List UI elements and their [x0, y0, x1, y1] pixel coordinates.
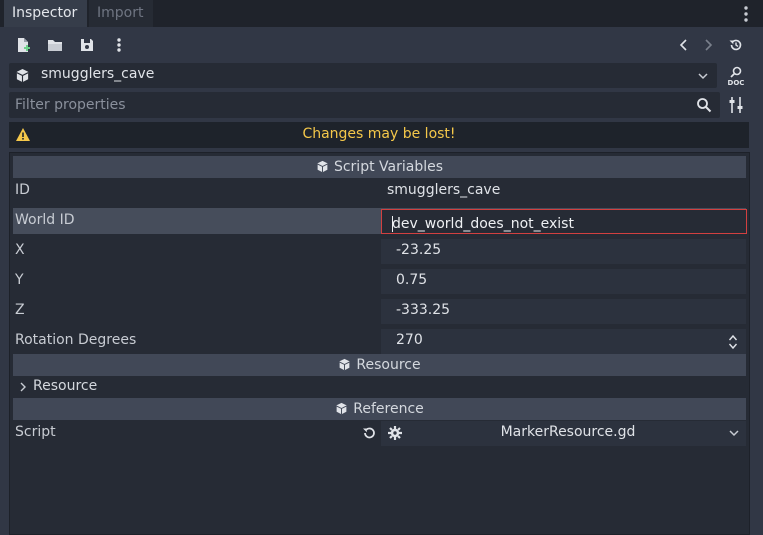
warning-text: Changes may be lost! [302, 126, 456, 142]
resource-cube-icon [16, 68, 29, 83]
filter-properties-field [9, 92, 720, 118]
y-input[interactable]: 0.75 [381, 269, 746, 294]
world-id-value: dev_world_does_not_exist [392, 216, 574, 232]
section-title: Reference [353, 401, 424, 417]
property-rotation-degrees: Rotation Degrees 270 [13, 328, 746, 354]
revert-icon[interactable] [361, 425, 377, 441]
open-folder-icon[interactable] [44, 35, 66, 55]
filter-input[interactable] [9, 92, 689, 118]
doc-search-icon: DOC [728, 66, 745, 87]
property-world-id: World ID dev_world_does_not_exist [13, 208, 747, 234]
chevron-right-icon [20, 382, 26, 392]
resource-group-expander[interactable]: Resource [13, 375, 746, 399]
chevron-down-icon [698, 73, 708, 80]
section-title: Script Variables [333, 159, 444, 175]
svg-text:DOC: DOC [728, 79, 745, 87]
inspector-toolbar [0, 28, 763, 62]
section-reference[interactable]: Reference [13, 398, 746, 420]
world-id-input[interactable]: dev_world_does_not_exist [381, 209, 747, 234]
new-resource-icon[interactable] [12, 35, 34, 55]
chevron-down-icon[interactable] [728, 427, 740, 439]
id-value: smugglers_cave [387, 182, 501, 198]
tab-import[interactable]: Import [89, 0, 153, 27]
save-icon[interactable] [76, 35, 98, 55]
object-selector[interactable]: smugglers_cave [9, 63, 717, 88]
rotation-value: 270 [396, 332, 423, 348]
y-value: 0.75 [396, 272, 428, 288]
object-name: smugglers_cave [41, 66, 155, 82]
inspector-panel: Inspector Import smugglers_cave DOC Filt… [0, 0, 763, 535]
history-forward-icon[interactable] [697, 35, 719, 55]
spinner-arrows-icon[interactable] [728, 334, 738, 350]
dock-menu-icon[interactable] [737, 4, 755, 24]
script-picker[interactable]: MarkerResource.gd [381, 421, 746, 446]
x-value: -23.25 [396, 242, 442, 258]
script-name: MarkerResource.gd [500, 424, 636, 440]
x-input[interactable]: -23.25 [381, 239, 746, 264]
section-script-variables[interactable]: Script Variables [13, 156, 746, 178]
property-label: Script [15, 424, 56, 440]
section-title: Resource [356, 357, 421, 373]
property-id: ID smugglers_cave [13, 178, 746, 204]
unsaved-warning-bar: Changes may be lost! [9, 122, 749, 148]
property-options-icon[interactable] [727, 95, 745, 115]
cube-icon [317, 160, 328, 173]
property-label: Rotation Degrees [15, 332, 137, 348]
z-value: -333.25 [396, 302, 451, 318]
cube-icon [336, 402, 347, 415]
gear-icon [388, 426, 402, 440]
property-label: ID [15, 182, 30, 198]
more-options-icon[interactable] [108, 35, 130, 55]
search-icon [697, 98, 712, 113]
cube-icon [339, 358, 350, 371]
rotation-spinbox[interactable]: 270 [381, 329, 746, 354]
text-caret [392, 216, 393, 232]
id-value-field[interactable]: smugglers_cave [381, 179, 746, 204]
property-label: World ID [15, 212, 75, 228]
resource-group-label: Resource [33, 378, 98, 394]
history-list-icon[interactable] [725, 35, 747, 55]
property-z: Z -333.25 [13, 298, 746, 324]
dock-tab-bar: Inspector Import [0, 0, 763, 27]
property-label: Y [15, 272, 24, 288]
property-x: X -23.25 [13, 238, 746, 264]
property-label: X [15, 242, 25, 258]
property-script: Script MarkerResource.gd [13, 420, 746, 446]
property-label: Z [15, 302, 25, 318]
open-docs-button[interactable]: DOC [725, 65, 747, 87]
z-input[interactable]: -333.25 [381, 299, 746, 324]
section-resource[interactable]: Resource [13, 354, 746, 376]
property-y: Y 0.75 [13, 268, 746, 294]
properties-panel: Script Variables ID smugglers_cave World… [9, 152, 750, 535]
history-back-icon[interactable] [673, 35, 695, 55]
tab-inspector[interactable]: Inspector [4, 0, 87, 27]
